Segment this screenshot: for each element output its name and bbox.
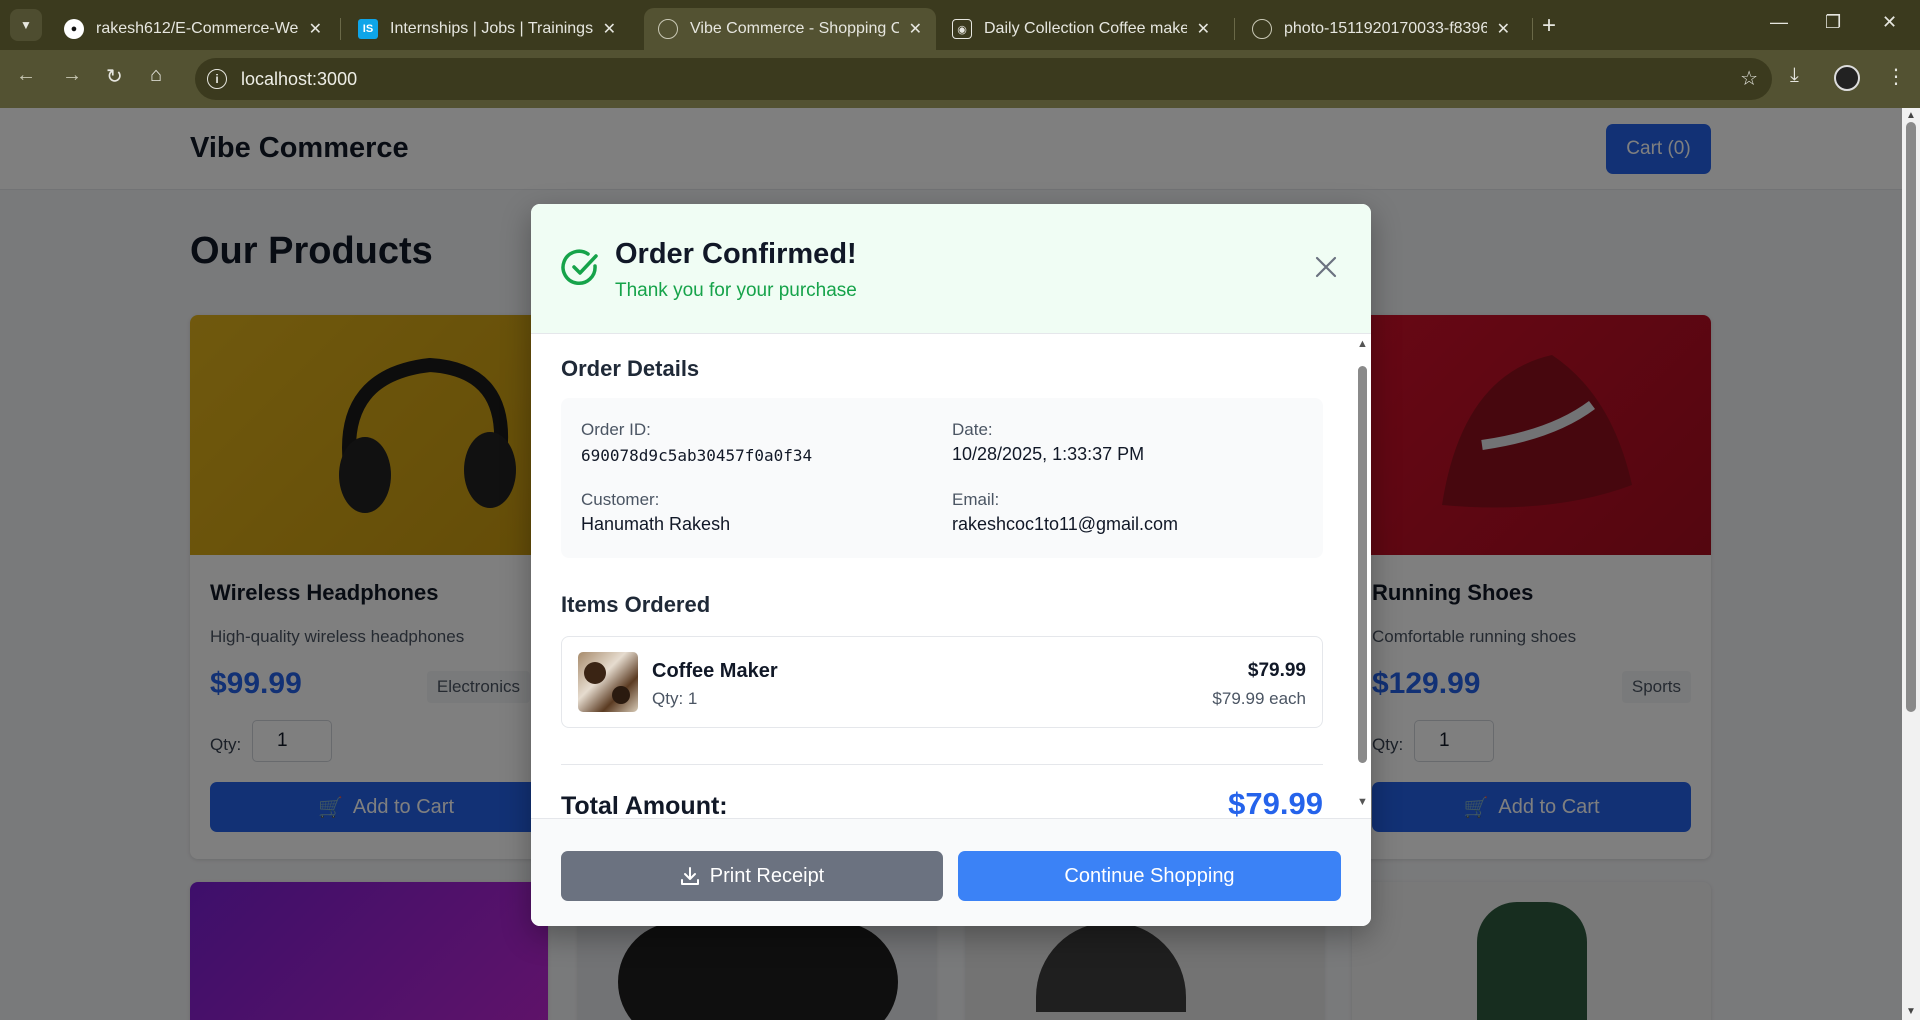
forward-icon[interactable]: → <box>62 64 82 87</box>
order-details-heading: Order Details <box>561 356 700 381</box>
modal-footer: Print Receipt Continue Shopping <box>531 818 1371 926</box>
menu-icon[interactable]: ⋮ <box>1886 64 1906 89</box>
address-bar[interactable]: i localhost:3000 ☆ <box>195 58 1772 100</box>
tab-search-menu-icon[interactable]: ▼ <box>10 9 42 41</box>
total-value: $79.99 <box>1228 786 1323 818</box>
item-price: $79.99 <box>1247 660 1306 681</box>
tab-title: Vibe Commerce - Shopping Cart <box>690 20 899 37</box>
customer-value: Hanumath Rakesh <box>581 514 731 534</box>
tab-vibe-commerce[interactable]: Vibe Commerce - Shopping Cart ✕ <box>644 8 936 50</box>
tab-title: photo-1511920170033-f8396924c348 <box>1284 20 1487 37</box>
close-window-icon[interactable]: ✕ <box>1882 12 1897 33</box>
close-tab-icon[interactable]: ✕ <box>909 19 922 39</box>
check-circle-icon <box>561 249 598 286</box>
modal-scrollbar[interactable]: ▲ ▼ <box>1354 334 1371 818</box>
continue-shopping-button[interactable]: Continue Shopping <box>958 851 1341 901</box>
modal-body: Order Details Order ID: 690078d9c5ab3045… <box>531 334 1371 818</box>
items-ordered-heading: Items Ordered <box>561 592 711 617</box>
tab-photo[interactable]: photo-1511920170033-f8396924c348 ✕ <box>1238 8 1524 50</box>
order-details-panel: Order ID: 690078d9c5ab30457f0a0f34 Date:… <box>561 398 1323 558</box>
back-icon[interactable]: ← <box>16 64 36 87</box>
close-tab-icon[interactable]: ✕ <box>1497 19 1510 39</box>
page-scrollbar[interactable]: ▲ ▼ <box>1902 108 1920 1020</box>
scroll-up-icon[interactable]: ▲ <box>1906 110 1916 121</box>
tab-coffee-maker[interactable]: ◉ Daily Collection Coffee maker HD ✕ <box>938 8 1224 50</box>
divider <box>561 764 1323 765</box>
customer-label: Customer: <box>581 490 660 509</box>
tab-title: rakesh612/E-Commerce-Website <box>96 20 299 37</box>
github-icon: ● <box>64 19 84 39</box>
date-value: 10/28/2025, 1:33:37 PM <box>952 444 1145 464</box>
close-icon[interactable] <box>1313 254 1339 280</box>
bookmark-star-icon[interactable]: ☆ <box>1740 66 1758 91</box>
order-id-label: Order ID: <box>581 420 651 439</box>
tab-separator <box>1234 18 1235 40</box>
minimize-icon[interactable]: — <box>1770 12 1788 33</box>
modal-title: Order Confirmed! <box>615 238 857 270</box>
scroll-down-icon[interactable]: ▼ <box>1357 796 1368 808</box>
tab-github[interactable]: ● rakesh612/E-Commerce-Website ✕ <box>50 8 336 50</box>
total-label: Total Amount: <box>561 792 728 818</box>
item-qty: Qty: 1 <box>652 689 698 708</box>
close-tab-icon[interactable]: ✕ <box>1197 19 1210 39</box>
scroll-up-icon[interactable]: ▲ <box>1357 338 1368 350</box>
globe-icon <box>1252 19 1272 39</box>
item-thumbnail <box>578 652 638 712</box>
home-icon[interactable]: ⌂ <box>150 64 162 87</box>
scrollbar-thumb[interactable] <box>1358 366 1367 763</box>
reload-icon[interactable]: ↻ <box>106 64 123 89</box>
browser-tabbar: ▼ ● rakesh612/E-Commerce-Website ✕ IS In… <box>0 0 1920 50</box>
url-text: localhost:3000 <box>241 69 358 89</box>
restore-icon[interactable]: ❐ <box>1825 12 1841 33</box>
globe-icon <box>658 19 678 39</box>
ordered-item: Coffee Maker Qty: 1 $79.99 $79.99 each <box>561 636 1323 728</box>
browser-toolbar: ← → ↻ ⌂ i localhost:3000 ☆ ⤓ ⋮ <box>0 50 1920 108</box>
item-name: Coffee Maker <box>652 660 778 682</box>
email-label: Email: <box>952 490 1000 509</box>
modal-header: Order Confirmed! Thank you for your purc… <box>531 204 1371 334</box>
close-tab-icon[interactable]: ✕ <box>603 19 616 39</box>
print-receipt-label: Print Receipt <box>709 864 825 887</box>
download-icon[interactable]: ⤓ <box>1790 64 1799 87</box>
site-info-icon[interactable]: i <box>207 69 227 89</box>
tab-title: Daily Collection Coffee maker HD <box>984 20 1187 37</box>
order-confirmation-modal: Order Confirmed! Thank you for your purc… <box>531 204 1371 926</box>
scrollbar-thumb[interactable] <box>1906 122 1916 712</box>
modal-subtitle: Thank you for your purchase <box>615 280 857 301</box>
scroll-down-icon[interactable]: ▼ <box>1906 1006 1916 1017</box>
tab-internshala[interactable]: IS Internships | Jobs | Trainings & More… <box>344 8 630 50</box>
item-unit-price: $79.99 each <box>1212 689 1306 708</box>
tab-title: Internships | Jobs | Trainings & More <box>390 20 593 37</box>
internshala-icon: IS <box>358 19 378 39</box>
new-tab-icon[interactable]: + <box>1542 12 1556 40</box>
tab-separator <box>340 18 341 40</box>
print-receipt-button[interactable]: Print Receipt <box>561 851 943 901</box>
date-label: Date: <box>952 420 993 439</box>
close-tab-icon[interactable]: ✕ <box>309 19 322 39</box>
download-icon <box>680 867 699 885</box>
order-id-value: 690078d9c5ab30457f0a0f34 <box>581 446 813 465</box>
profile-avatar[interactable] <box>1834 65 1860 91</box>
tab-separator <box>1532 18 1533 40</box>
email-value: rakeshcoc1to11@gmail.com <box>952 514 1179 534</box>
philips-icon: ◉ <box>952 19 972 39</box>
